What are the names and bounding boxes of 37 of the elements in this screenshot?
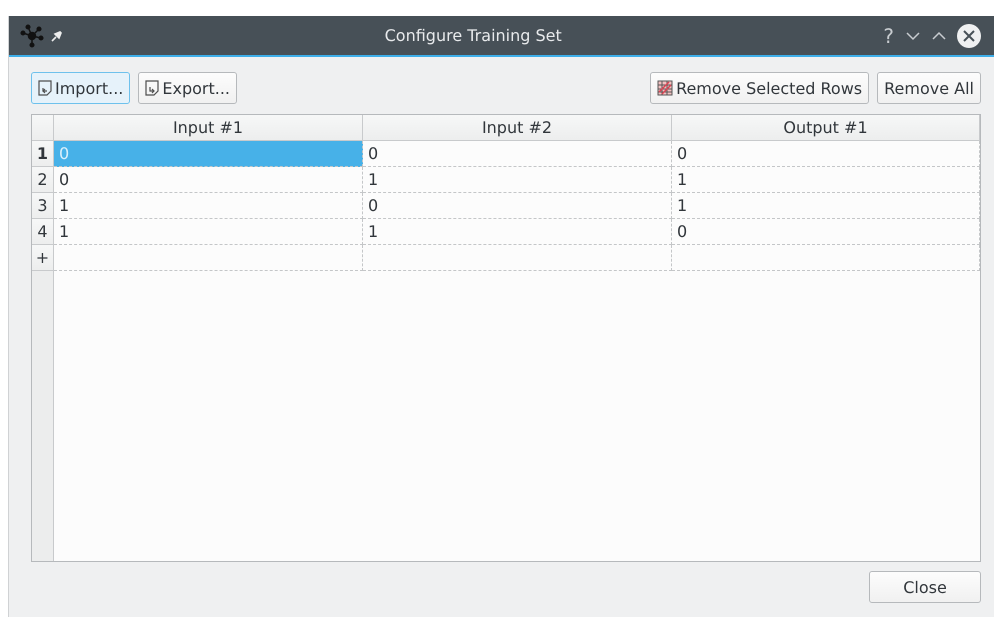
row-header[interactable]: 3 xyxy=(32,193,54,219)
close-icon[interactable] xyxy=(957,24,981,48)
table-cell[interactable]: 1 xyxy=(672,167,980,193)
column-header[interactable]: Input #2 xyxy=(363,115,672,141)
table-cell[interactable]: 0 xyxy=(363,141,672,167)
table-cell[interactable]: 0 xyxy=(363,193,672,219)
table-cell[interactable]: 1 xyxy=(363,219,672,245)
empty-cell[interactable] xyxy=(672,245,980,271)
add-row-header[interactable]: + xyxy=(32,245,54,271)
pin-icon[interactable] xyxy=(50,28,64,42)
help-button[interactable]: ? xyxy=(877,24,900,48)
window-title: Configure Training Set xyxy=(384,26,563,45)
table-cell[interactable]: 1 xyxy=(363,167,672,193)
close-button[interactable]: Close xyxy=(869,571,981,603)
export-button[interactable]: Export... xyxy=(138,72,237,104)
table-cell[interactable]: 0 xyxy=(672,141,980,167)
table-cell[interactable]: 1 xyxy=(672,193,980,219)
maximize-icon[interactable] xyxy=(931,30,947,40)
corner-header xyxy=(32,115,54,141)
row-header[interactable]: 1 xyxy=(32,141,54,167)
empty-cell[interactable] xyxy=(363,245,672,271)
import-icon xyxy=(38,80,52,96)
row-header[interactable]: 2 xyxy=(32,167,54,193)
remove-rows-button[interactable]: Remove Selected Rows xyxy=(650,72,870,104)
row-header[interactable]: 4 xyxy=(32,219,54,245)
table-cell[interactable]: 1 xyxy=(54,193,363,219)
export-icon xyxy=(145,80,160,96)
table-delete-icon xyxy=(657,80,674,96)
table-cell[interactable]: 1 xyxy=(54,219,363,245)
remove-all-button[interactable]: Remove All xyxy=(877,72,981,104)
column-header[interactable]: Output #1 xyxy=(672,115,980,141)
import-button[interactable]: Import... xyxy=(31,72,130,104)
table-cell[interactable]: 0 xyxy=(54,167,363,193)
column-header[interactable]: Input #1 xyxy=(54,115,363,141)
minimize-icon[interactable] xyxy=(905,30,921,40)
network-icon xyxy=(19,24,45,48)
table-cell[interactable]: 0 xyxy=(672,219,980,245)
